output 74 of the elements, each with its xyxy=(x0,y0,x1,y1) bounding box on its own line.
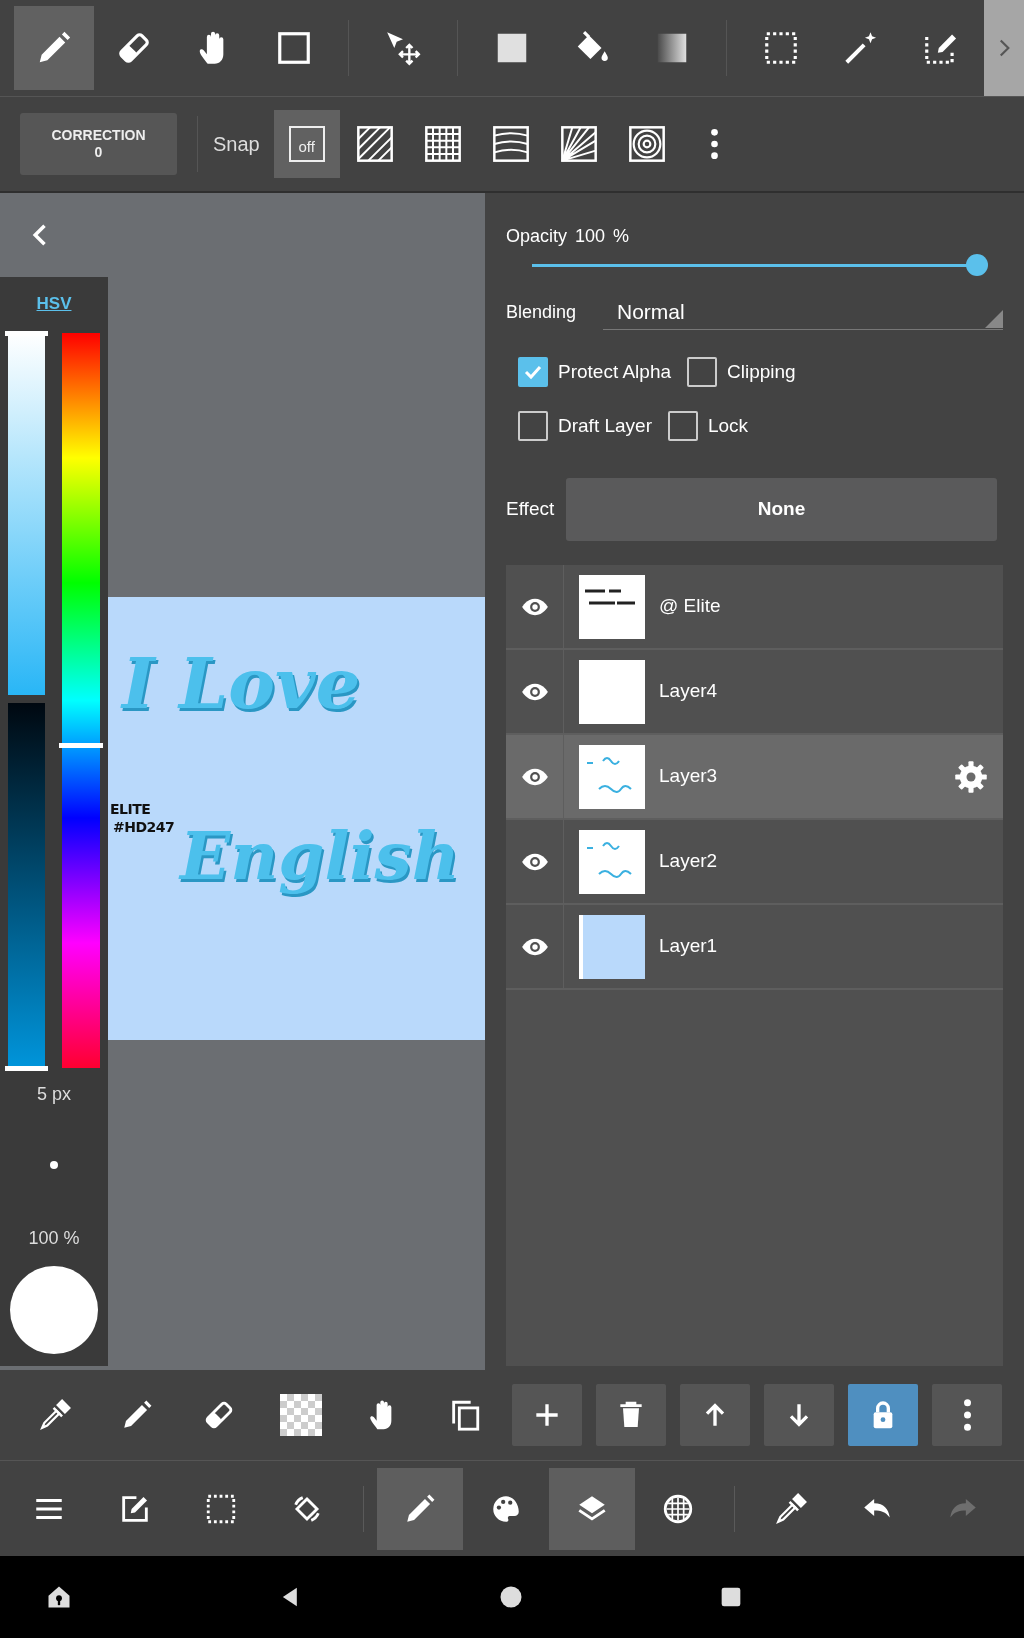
checkbox-label: Protect Alpha xyxy=(558,359,672,384)
layer-action-button[interactable] xyxy=(512,1384,582,1446)
checkbox[interactable] xyxy=(687,357,718,387)
settings-icon xyxy=(953,758,989,795)
layer-action-button[interactable] xyxy=(680,1384,750,1446)
checkbox-label: Clipping xyxy=(727,359,796,384)
slider-thumb[interactable] xyxy=(5,1066,48,1071)
checkbox-label: Draft Layer xyxy=(558,413,652,438)
layer-row[interactable]: Layer4 xyxy=(506,650,1003,735)
saturation-slider[interactable] xyxy=(8,333,45,695)
layer-action-button[interactable] xyxy=(932,1384,1002,1446)
snap-option[interactable]: off xyxy=(273,110,340,178)
cursor-move-icon xyxy=(384,29,422,67)
layer-settings-button[interactable] xyxy=(953,758,989,795)
opacity-slider[interactable] xyxy=(532,254,988,276)
layer-name: Layer1 xyxy=(659,934,718,959)
opacity-unit: % xyxy=(613,225,630,248)
eyedropper-icon xyxy=(38,1398,72,1432)
nav-button[interactable] xyxy=(377,1467,463,1550)
layer-row[interactable]: @ Elite xyxy=(506,565,1003,650)
slider-thumb[interactable] xyxy=(59,742,103,748)
artwork-signature: ELITE xyxy=(110,800,151,819)
curved-lines-icon xyxy=(490,124,531,164)
layer-thumbnail xyxy=(579,574,645,639)
dotted-square-icon xyxy=(762,29,800,67)
grid-icon xyxy=(422,124,463,164)
layer-name: Layer2 xyxy=(659,849,718,874)
artwork-lettering: I Love xyxy=(119,641,361,727)
checkbox[interactable] xyxy=(518,411,548,441)
checkbox[interactable] xyxy=(518,357,548,387)
square-icon xyxy=(275,29,313,67)
parallel-lines-icon xyxy=(354,124,395,164)
layer-name: @ Elite xyxy=(659,594,721,619)
more-vertical-icon xyxy=(711,129,719,159)
effect-label: Effect xyxy=(506,497,555,522)
artwork-lettering: English xyxy=(180,816,460,897)
checkerboard-icon xyxy=(280,1394,322,1436)
hue-slider[interactable] xyxy=(62,333,100,1068)
slider-thumb[interactable] xyxy=(5,331,48,336)
nav-button[interactable] xyxy=(549,1467,635,1550)
layer-action-button[interactable] xyxy=(596,1384,666,1446)
snap-label: Snap xyxy=(213,132,260,157)
radial-lines-icon xyxy=(558,124,599,164)
blending-label: Blending xyxy=(506,300,577,324)
brush-size: 5 px xyxy=(37,1083,71,1105)
brush-preview-dot xyxy=(50,1161,58,1169)
layer-row[interactable]: Layer3 xyxy=(506,735,1003,820)
checkbox[interactable] xyxy=(668,411,698,441)
slider-thumb[interactable] xyxy=(966,254,988,276)
effect-button[interactable]: None xyxy=(566,478,997,541)
concentric-circles-icon xyxy=(626,124,667,164)
opacity-label: Opacity xyxy=(506,225,568,248)
layer-thumbnail xyxy=(579,829,645,894)
layer-row[interactable]: Layer2 xyxy=(506,820,1003,905)
blending-dropdown[interactable]: Normal xyxy=(603,294,1003,330)
brush-opacity: 100 % xyxy=(28,1227,80,1249)
tool-button[interactable] xyxy=(14,6,94,90)
artwork-signature: #HD247 xyxy=(113,818,175,837)
layer-thumbnail xyxy=(579,659,645,724)
layer-row[interactable]: Layer1 xyxy=(506,905,1003,990)
drawing-canvas[interactable]: I Love English ELITE #HD247 xyxy=(108,597,485,1040)
opacity-value: 100 xyxy=(575,225,606,248)
correction-button[interactable]: CORRECTION 0 xyxy=(20,113,177,175)
color-mode-link[interactable]: HSV xyxy=(36,292,72,316)
layer-name: Layer4 xyxy=(659,679,718,704)
eyedropper-icon xyxy=(774,1491,808,1526)
value-slider[interactable] xyxy=(8,703,45,1068)
layer-thumbnail xyxy=(579,744,645,809)
checkbox-label: Lock xyxy=(708,413,749,438)
layer-action-button[interactable] xyxy=(764,1384,834,1446)
layer-action-button[interactable] xyxy=(848,1384,918,1446)
layer-name: Layer3 xyxy=(659,764,718,789)
layer-thumbnail xyxy=(579,914,645,979)
more-vertical-icon xyxy=(963,1399,971,1431)
